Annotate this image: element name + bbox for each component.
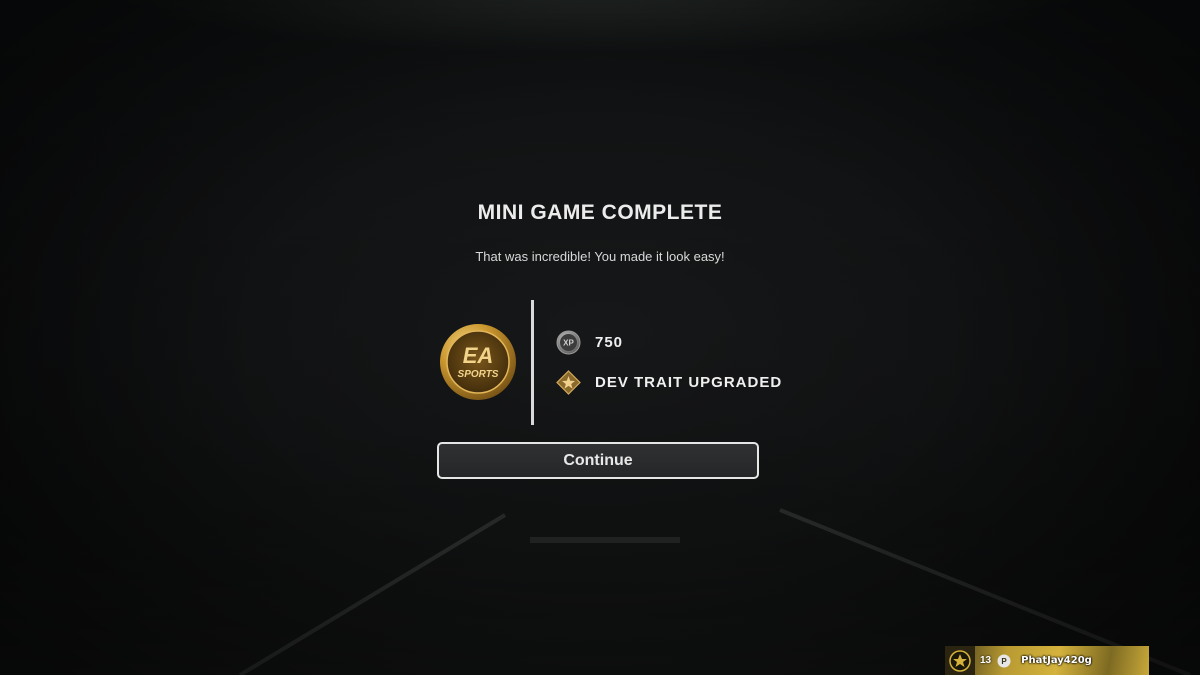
reward-divider (531, 300, 534, 425)
svg-text:XP: XP (563, 338, 574, 347)
player-level: 13 (980, 655, 992, 666)
player-gamertag: PhatJay420g (1021, 655, 1092, 666)
ea-sports-coin-icon: EA SPORTS (440, 324, 516, 400)
reward-xp-label: 750 (595, 333, 624, 351)
dialog-title: MINI GAME COMPLETE (477, 201, 723, 224)
playstation-icon: P (997, 654, 1011, 668)
dialog-message: That was incredible! You made it look ea… (475, 249, 725, 264)
reward-dev-trait-label: DEV TRAIT UPGRADED (595, 373, 783, 391)
team-logo-icon (945, 646, 975, 675)
reward-xp: XP 750 (556, 329, 623, 355)
reward-dev-trait: DEV TRAIT UPGRADED (556, 369, 782, 395)
dev-trait-icon (556, 369, 581, 395)
continue-button[interactable]: Continue (437, 442, 759, 479)
svg-text:EA: EA (463, 343, 494, 368)
player-gamertag-card: 13 P PhatJay420g (945, 646, 1149, 675)
xp-icon: XP (556, 330, 581, 355)
svg-text:P: P (1001, 657, 1007, 666)
svg-text:SPORTS: SPORTS (458, 369, 499, 380)
